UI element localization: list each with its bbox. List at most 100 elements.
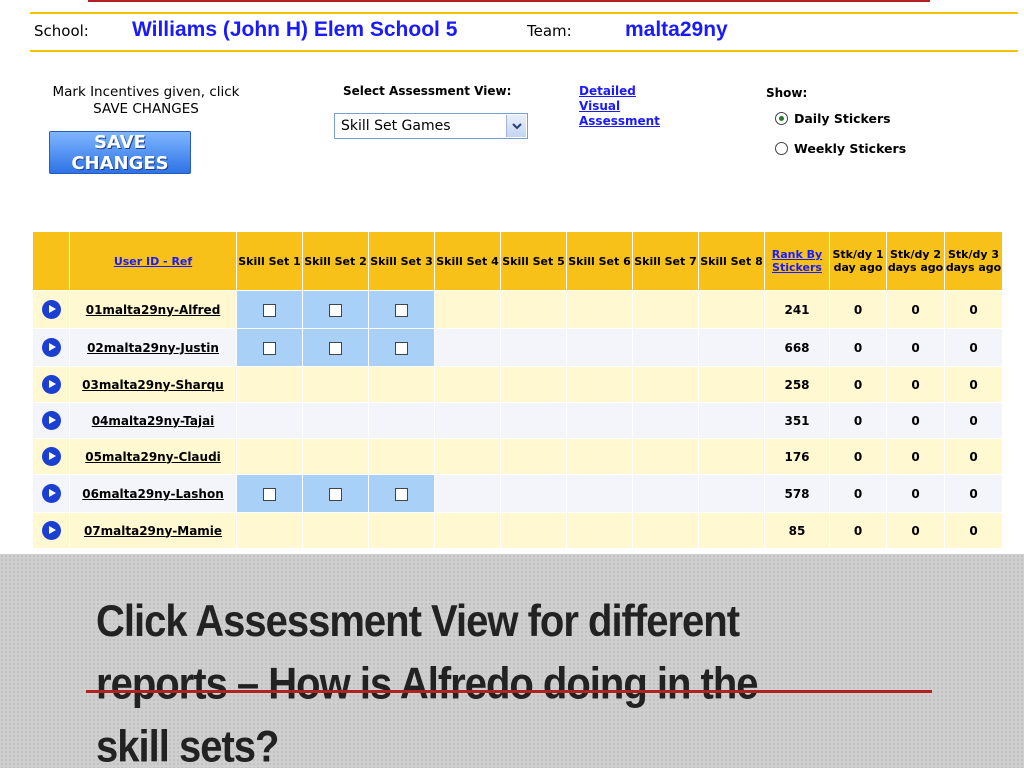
skill-set-8-cell: [698, 474, 765, 513]
skill-set-8-cell: [698, 366, 765, 403]
skill-set-3-cell: [368, 290, 435, 329]
skill-set-7-cell: [632, 438, 699, 475]
weekly-stickers-label: Weekly Stickers: [794, 141, 907, 156]
play-circle-icon[interactable]: [41, 411, 61, 430]
skill-set-3-cell: [368, 512, 435, 549]
user-id-link[interactable]: 01malta29ny-Alfred: [86, 303, 221, 317]
daily-stickers-option[interactable]: Daily Stickers: [775, 111, 891, 126]
radio-daily-stickers[interactable]: [775, 112, 788, 125]
stk-3-days-cell: 0: [944, 290, 1003, 329]
skill-set-5-cell: [500, 512, 567, 549]
user-id-link[interactable]: 04malta29ny-Tajai: [92, 414, 215, 428]
skill-set-7-cell: [632, 290, 699, 329]
rank-cell: 351: [764, 402, 830, 439]
skill-set-3-cell: [368, 474, 435, 513]
incentive-checkbox[interactable]: [395, 341, 408, 355]
rank-cell: 176: [764, 438, 830, 475]
top-divider: [88, 0, 930, 2]
radio-weekly-stickers[interactable]: [775, 142, 788, 155]
skill-set-6-cell: [566, 438, 633, 475]
chevron-down-icon[interactable]: [506, 115, 526, 137]
stk-2-days-header: Stk/dy 2 days ago: [886, 231, 945, 291]
user-id-link[interactable]: 02malta29ny-Justin: [87, 341, 219, 355]
user-id-link[interactable]: 06malta29ny-Lashon: [82, 487, 224, 501]
skill-set-1-cell: [236, 512, 303, 549]
incentive-checkbox[interactable]: [329, 303, 342, 317]
skill-set-6-cell: [566, 512, 633, 549]
skill-set-4-cell: [434, 474, 501, 513]
skill-set-4-cell: [434, 290, 501, 329]
play-circle-icon[interactable]: [41, 447, 61, 466]
skill-set-7-cell: [632, 512, 699, 549]
play-circle-icon[interactable]: [41, 521, 61, 540]
incentive-checkbox[interactable]: [329, 487, 342, 501]
skill-set-4-cell: [434, 402, 501, 439]
row-action-cell: [32, 512, 70, 549]
skill-set-6-cell: [566, 402, 633, 439]
assessment-view-select[interactable]: Skill Set Games: [334, 113, 528, 139]
row-action-cell: [32, 438, 70, 475]
skill-set-1-header: Skill Set 1: [236, 231, 303, 291]
table-row: 07malta29ny-Mamie 85 0 0 0: [32, 512, 1003, 549]
stk-1-day-cell: 0: [829, 438, 887, 475]
skill-set-2-cell: [302, 474, 369, 513]
play-circle-icon[interactable]: [41, 375, 61, 394]
user-id-link[interactable]: 07malta29ny-Mamie: [84, 524, 222, 538]
weekly-stickers-option[interactable]: Weekly Stickers: [775, 141, 906, 156]
skill-set-2-cell: [302, 290, 369, 329]
skill-set-1-cell: [236, 366, 303, 403]
stk-1-day-cell: 0: [829, 290, 887, 329]
skill-set-8-cell: [698, 402, 765, 439]
skill-set-8-cell: [698, 328, 765, 367]
stk-3-days-cell: 0: [944, 328, 1003, 367]
incentive-checkbox[interactable]: [263, 303, 276, 317]
row-action-cell: [32, 290, 70, 329]
incentive-checkbox[interactable]: [329, 341, 342, 355]
play-circle-icon[interactable]: [41, 338, 61, 357]
skill-set-5-cell: [500, 366, 567, 403]
show-label: Show:: [766, 86, 808, 100]
incentive-checkbox[interactable]: [263, 487, 276, 501]
table-header-row: User ID - Ref Skill Set 1 Skill Set 2 Sk…: [32, 231, 1003, 291]
table-row: 02malta29ny-Justin 668 0 0 0: [32, 328, 1003, 367]
assessment-view-label: Select Assessment View:: [343, 84, 512, 98]
user-id-header[interactable]: User ID - Ref: [69, 231, 237, 291]
skill-set-1-cell: [236, 474, 303, 513]
header-bar: School: Williams (John H) Elem School 5 …: [30, 12, 1018, 52]
stk-1-day-cell: 0: [829, 512, 887, 549]
stk-2-days-cell: 0: [886, 402, 945, 439]
incentive-checkbox[interactable]: [395, 487, 408, 501]
skill-set-4-header: Skill Set 4: [434, 231, 501, 291]
stk-2-days-cell: 0: [886, 474, 945, 513]
stk-3-days-cell: 0: [944, 438, 1003, 475]
skill-set-7-header: Skill Set 7: [632, 231, 699, 291]
stk-2-days-cell: 0: [886, 328, 945, 367]
skill-set-4-cell: [434, 328, 501, 367]
stk-3-days-cell: 0: [944, 366, 1003, 403]
user-id-link[interactable]: 05malta29ny-Claudi: [85, 450, 221, 464]
stk-3-days-cell: 0: [944, 512, 1003, 549]
table-body: 01malta29ny-Alfred 241 0 0 0 02malta29ny-Just…: [32, 290, 1003, 549]
incentive-checkbox[interactable]: [263, 341, 276, 355]
skill-set-7-cell: [632, 402, 699, 439]
save-changes-button[interactable]: SAVE CHANGES: [49, 131, 191, 174]
table-row: 04malta29ny-Tajai 351 0 0 0: [32, 402, 1003, 439]
play-circle-icon[interactable]: [41, 484, 61, 503]
user-id-link[interactable]: 03malta29ny-Sharqu: [82, 378, 224, 392]
team-label: Team:: [527, 22, 572, 40]
stk-1-day-header: Stk/dy 1 day ago: [829, 231, 887, 291]
caption-underline: [86, 690, 932, 693]
stk-1-day-cell: 0: [829, 328, 887, 367]
skill-set-2-cell: [302, 512, 369, 549]
play-circle-icon[interactable]: [41, 300, 61, 319]
detailed-visual-assessment-link[interactable]: Detailed Visual Assessment: [579, 84, 679, 129]
skill-set-4-cell: [434, 512, 501, 549]
row-action-cell: [32, 402, 70, 439]
skill-set-2-cell: [302, 328, 369, 367]
skill-set-6-cell: [566, 474, 633, 513]
incentive-checkbox[interactable]: [395, 303, 408, 317]
rank-cell: 258: [764, 366, 830, 403]
table-row: 03malta29ny-Sharqu 258 0 0 0: [32, 366, 1003, 403]
stk-2-days-cell: 0: [886, 438, 945, 475]
rank-by-stickers-header[interactable]: Rank By Stickers: [764, 231, 830, 291]
